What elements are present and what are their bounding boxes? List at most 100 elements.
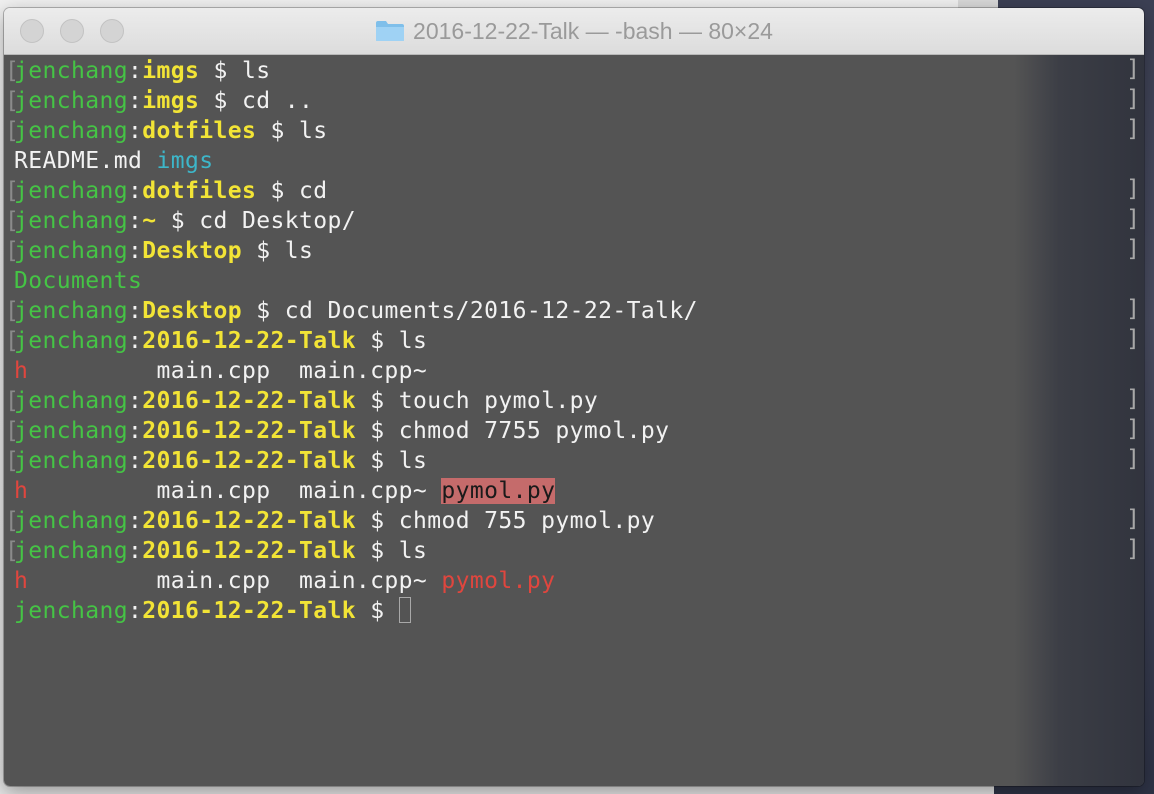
prompt-user: jenchang — [14, 508, 128, 534]
left-bracket: [ — [5, 388, 20, 414]
prompt-directory: 2016-12-22-Talk — [142, 418, 356, 444]
left-bracket: [ — [5, 208, 20, 234]
right-bracket: ] — [1126, 506, 1140, 532]
prompt-user: jenchang — [14, 178, 128, 204]
output-line: h main.cpp main.cpp~ pymol.py — [14, 566, 698, 596]
terminal-cursor — [398, 597, 411, 623]
ls-output-item: README.md — [14, 148, 143, 174]
prompt-dollar: $ — [355, 538, 399, 564]
prompt-line: [jenchang:dotfiles $ ls — [5, 116, 698, 146]
prompt-colon: : — [127, 328, 143, 354]
output-line: h main.cpp main.cpp~ pymol.py — [14, 476, 698, 506]
left-bracket: [ — [5, 538, 20, 564]
prompt-line: jenchang:2016-12-22-Talk $ — [14, 596, 698, 626]
left-bracket: [ — [5, 298, 20, 324]
terminal-lines: [jenchang:imgs $ ls[jenchang:imgs $ cd .… — [5, 56, 698, 626]
folder-icon — [375, 20, 405, 42]
command-text: cd Desktop/ — [199, 208, 356, 234]
prompt-line: [jenchang:2016-12-22-Talk $ touch pymol.… — [5, 386, 698, 416]
prompt-colon: : — [127, 448, 143, 474]
prompt-line: [jenchang:imgs $ cd .. — [5, 86, 698, 116]
prompt-colon: : — [127, 58, 143, 84]
prompt-line: [jenchang:2016-12-22-Talk $ chmod 755 py… — [5, 506, 698, 536]
prompt-dollar: $ — [256, 178, 299, 204]
right-bracket: ] — [1126, 56, 1140, 82]
prompt-user: jenchang — [14, 538, 128, 564]
prompt-user: jenchang — [14, 418, 128, 444]
prompt-directory: imgs — [142, 88, 200, 114]
right-bracket: ] — [1126, 206, 1140, 232]
prompt-dollar: $ — [355, 448, 399, 474]
prompt-dollar: $ — [156, 208, 200, 234]
right-bracket: ] — [1126, 86, 1140, 112]
right-bracket: ] — [1126, 446, 1140, 472]
left-bracket: [ — [5, 118, 20, 144]
command-text: chmod 755 pymol.py — [398, 508, 656, 534]
command-text: touch pymol.py — [398, 388, 599, 414]
translucency-shade — [1014, 55, 1144, 786]
prompt-directory: 2016-12-22-Talk — [142, 598, 356, 624]
ls-output-item: main.cpp main.cpp~ — [28, 358, 428, 384]
right-bracket: ] — [1126, 176, 1140, 202]
ls-executable: h — [14, 358, 29, 384]
right-bracket: ] — [1126, 296, 1140, 322]
prompt-line: [jenchang:Desktop $ ls — [5, 236, 698, 266]
prompt-directory: dotfiles — [142, 118, 257, 144]
prompt-colon: : — [127, 208, 143, 234]
prompt-directory: 2016-12-22-Talk — [142, 388, 356, 414]
ls-setuid-file: pymol.py — [441, 478, 556, 504]
prompt-colon: : — [127, 388, 143, 414]
prompt-dollar: $ — [199, 58, 242, 84]
prompt-user: jenchang — [14, 88, 128, 114]
output-line: h main.cpp main.cpp~ — [14, 356, 698, 386]
title-bar[interactable]: 2016-12-22-Talk — -bash — 80×24 — [4, 8, 1144, 55]
command-text: ls — [398, 538, 428, 564]
right-bracket: ] — [1126, 116, 1140, 142]
prompt-user: jenchang — [14, 328, 128, 354]
prompt-line: [jenchang:~ $ cd Desktop/ — [5, 206, 698, 236]
left-bracket: [ — [5, 58, 20, 84]
prompt-colon: : — [127, 238, 143, 264]
prompt-dollar: $ — [241, 298, 285, 324]
command-text: ls — [241, 58, 271, 84]
ls-directory: Documents — [14, 268, 143, 294]
command-text: cd .. — [241, 88, 314, 114]
left-bracket: [ — [5, 508, 20, 534]
terminal-content[interactable]: [jenchang:imgs $ ls[jenchang:imgs $ cd .… — [4, 55, 1144, 786]
ls-output-item: main.cpp main.cpp~ — [28, 478, 442, 504]
prompt-colon: : — [127, 88, 143, 114]
prompt-line: [jenchang:Desktop $ cd Documents/2016-12… — [5, 296, 698, 326]
prompt-user: jenchang — [14, 298, 128, 324]
prompt-directory: 2016-12-22-Talk — [142, 328, 356, 354]
prompt-directory: 2016-12-22-Talk — [142, 508, 356, 534]
prompt-directory: Desktop — [142, 298, 242, 324]
prompt-colon: : — [127, 298, 143, 324]
prompt-directory: 2016-12-22-Talk — [142, 448, 356, 474]
prompt-line: [jenchang:2016-12-22-Talk $ ls — [5, 326, 698, 356]
prompt-user: jenchang — [14, 208, 128, 234]
right-bracket: ] — [1126, 416, 1140, 442]
command-text: ls — [398, 328, 428, 354]
prompt-dollar: $ — [256, 118, 299, 144]
prompt-dollar: $ — [355, 388, 399, 414]
prompt-directory: 2016-12-22-Talk — [142, 538, 356, 564]
prompt-directory: ~ — [142, 208, 157, 234]
terminal-window: 2016-12-22-Talk — -bash — 80×24 [jenchan… — [4, 8, 1144, 786]
prompt-directory: imgs — [142, 58, 200, 84]
prompt-colon: : — [127, 178, 143, 204]
right-bracket: ] — [1126, 386, 1140, 412]
left-bracket: [ — [5, 178, 20, 204]
left-bracket: [ — [5, 418, 20, 444]
ls-executable: h — [14, 568, 29, 594]
prompt-dollar: $ — [355, 598, 399, 624]
prompt-dollar: $ — [241, 238, 285, 264]
output-line: README.md imgs — [14, 146, 698, 176]
left-bracket: [ — [5, 448, 20, 474]
prompt-dollar: $ — [199, 88, 242, 114]
prompt-colon: : — [127, 508, 143, 534]
ls-executable: pymol.py — [441, 568, 556, 594]
command-text: cd — [298, 178, 328, 204]
command-text: ls — [398, 448, 428, 474]
prompt-user: jenchang — [14, 58, 128, 84]
left-bracket: [ — [5, 88, 20, 114]
